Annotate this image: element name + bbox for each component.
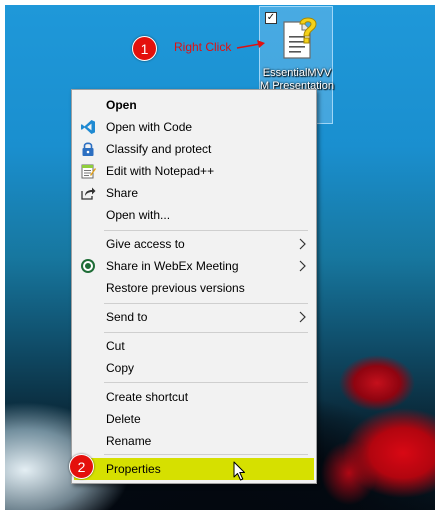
- context-menu: Open Open with Code Classify and protect: [71, 89, 317, 484]
- menu-item-label: Properties: [106, 462, 161, 476]
- lock-icon: [82, 142, 94, 156]
- screenshot-frame: ✓ EssentialMVVM Presentation 1 Right Cli…: [0, 0, 443, 519]
- step-2-badge: 2: [69, 454, 94, 479]
- menu-item-label: Open with...: [106, 208, 171, 222]
- menu-separator: [104, 230, 308, 231]
- menu-separator: [104, 454, 308, 455]
- webex-icon: [81, 259, 95, 273]
- menu-item-label: Send to: [106, 310, 148, 324]
- menu-item-restore-previous-versions[interactable]: Restore previous versions: [74, 277, 314, 299]
- menu-item-label: Edit with Notepad++: [106, 164, 215, 178]
- chevron-right-icon: [299, 238, 306, 250]
- menu-item-give-access-to[interactable]: Give access to: [74, 233, 314, 255]
- menu-item-label: Rename: [106, 434, 152, 448]
- menu-item-send-to[interactable]: Send to: [74, 306, 314, 328]
- help-document-icon: [283, 17, 317, 59]
- notepadpp-icon: [81, 164, 96, 179]
- chevron-right-icon: [299, 311, 306, 323]
- menu-item-label: Cut: [106, 339, 125, 353]
- menu-item-open-with[interactable]: Open with...: [74, 204, 314, 226]
- menu-item-label: Share: [106, 186, 139, 200]
- menu-item-label: Share in WebEx Meeting: [106, 259, 239, 273]
- menu-separator: [104, 332, 308, 333]
- menu-separator: [104, 382, 308, 383]
- menu-item-rename[interactable]: Rename: [74, 430, 314, 452]
- menu-item-copy[interactable]: Copy: [74, 357, 314, 379]
- menu-item-label: Create shortcut: [106, 390, 189, 404]
- menu-item-label: Delete: [106, 412, 141, 426]
- menu-item-label: Restore previous versions: [106, 281, 245, 295]
- menu-item-classify-and-protect[interactable]: Classify and protect: [74, 138, 314, 160]
- step-1-badge: 1: [132, 36, 157, 61]
- menu-item-share[interactable]: Share: [74, 182, 314, 204]
- chevron-right-icon: [299, 260, 306, 272]
- mouse-pointer-icon: [233, 461, 245, 481]
- menu-item-open-with-code[interactable]: Open with Code: [74, 116, 314, 138]
- vscode-icon: [81, 120, 95, 134]
- menu-separator: [104, 303, 308, 304]
- right-click-annotation: Right Click: [174, 40, 232, 54]
- menu-item-cut[interactable]: Cut: [74, 335, 314, 357]
- menu-item-share-in-webex-meeting[interactable]: Share in WebEx Meeting: [74, 255, 314, 277]
- menu-item-label: Copy: [106, 361, 135, 375]
- menu-item-delete[interactable]: Delete: [74, 408, 314, 430]
- menu-item-properties[interactable]: Properties: [74, 458, 314, 480]
- menu-item-label: Give access to: [106, 237, 185, 251]
- menu-item-open[interactable]: Open: [74, 94, 314, 116]
- menu-item-create-shortcut[interactable]: Create shortcut: [74, 386, 314, 408]
- share-icon: [81, 187, 96, 200]
- menu-item-label: Open with Code: [106, 120, 193, 134]
- menu-item-label: Open: [106, 98, 137, 112]
- menu-item-edit-with-notepadpp[interactable]: Edit with Notepad++: [74, 160, 314, 182]
- selection-checkbox[interactable]: ✓: [265, 12, 277, 24]
- annotation-arrow-icon: [236, 40, 265, 49]
- menu-item-label: Classify and protect: [106, 142, 212, 156]
